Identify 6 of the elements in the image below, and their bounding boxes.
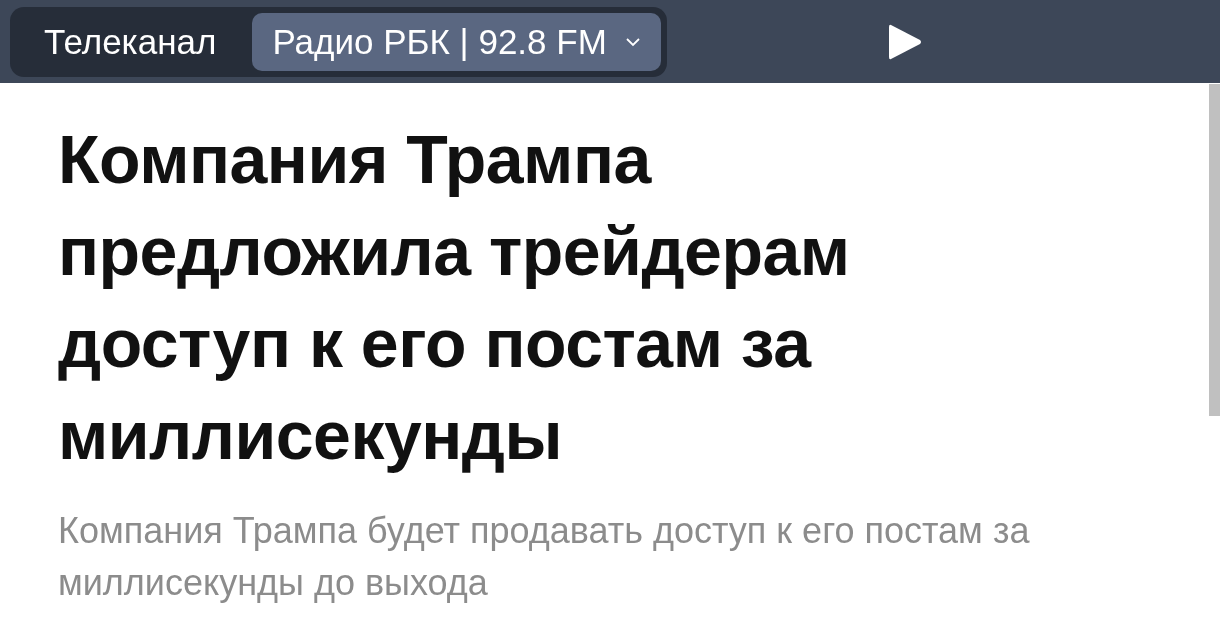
channel-tab[interactable]: Телеканал [16,12,245,71]
article-headline: Компания Трампа предложила трейдерам доступ к его постам за миллисекунды [58,120,851,475]
chevron-down-icon [624,36,641,47]
article-lead: Компания Трампа будет продавать доступ к его постам за миллисекунды до выхода [58,509,1031,605]
scrollbar-thumb[interactable] [1209,84,1220,416]
channel-tab[interactable]: Радио РБК | 92.8 FM [252,12,661,71]
